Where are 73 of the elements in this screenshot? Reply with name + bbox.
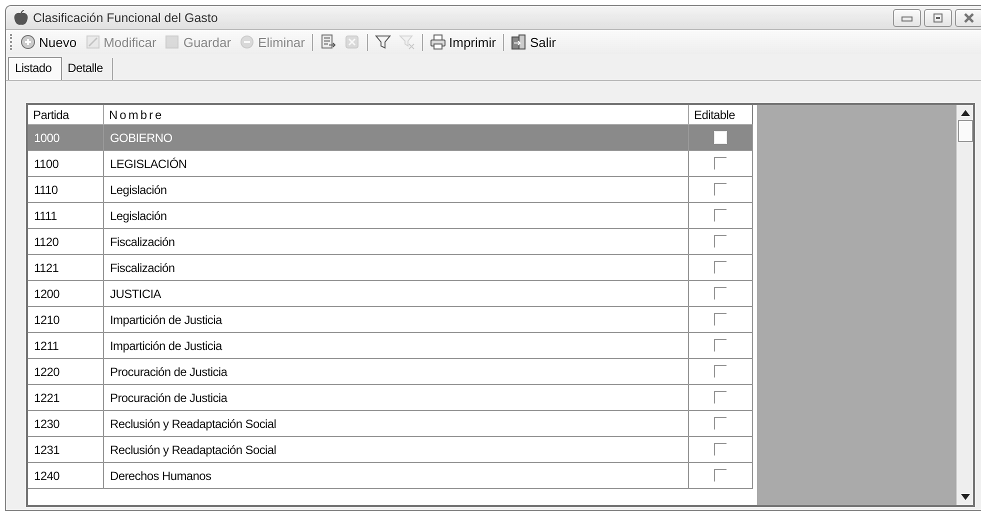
table-cell: 1110: [34, 182, 58, 196]
filter-icon: [375, 34, 391, 50]
table-row[interactable]: 1221 Procuración de Justicia: [28, 385, 757, 411]
table-cell: 1221: [34, 390, 60, 404]
table-cell: Impartición de Justicia: [110, 312, 222, 326]
vertical-scrollbar[interactable]: [956, 105, 973, 505]
table-cell: 1211: [34, 338, 59, 352]
table-row[interactable]: 1231 Reclusión y Readaptación Social: [28, 437, 757, 463]
table-cell: 1231: [34, 442, 60, 456]
table-cell: Fiscalización: [110, 234, 175, 248]
scroll-thumb[interactable]: [958, 120, 972, 142]
table-cell: 1230: [34, 416, 60, 430]
table-cell: 1210: [34, 312, 60, 326]
table-row[interactable]: 1110 Legislación: [28, 177, 757, 203]
table-row[interactable]: 1121 Fiscalización: [28, 255, 757, 281]
table-cell: Reclusión y Readaptación Social: [110, 416, 276, 430]
maximize-icon: [932, 12, 944, 22]
table-row[interactable]: 1200 JUSTICIA: [28, 281, 757, 307]
table-cell: Legislación: [110, 208, 167, 222]
table-cell: 1240: [34, 468, 60, 482]
table-cell: Impartición de Justicia: [110, 338, 222, 352]
table-cell: LEGISLACIÓN: [110, 156, 187, 170]
table-cell: Procuración de Justicia: [110, 390, 228, 404]
maximize-button[interactable]: [924, 8, 952, 26]
table-cell: Derechos Humanos: [110, 468, 212, 482]
table-row[interactable]: 1211 Impartición de Justicia: [28, 333, 757, 359]
grip-icon: [10, 34, 14, 50]
scroll-down-icon: [960, 494, 970, 500]
table-cell: 1111: [34, 208, 57, 222]
table-cell: Legislación: [110, 182, 167, 196]
table-row[interactable]: 1240 Derechos Humanos: [28, 463, 757, 489]
scroll-up-icon: [960, 110, 970, 116]
table-row[interactable]: 1120 Fiscalización: [28, 229, 757, 255]
toolbar-icon-button[interactable]: [373, 34, 393, 50]
close-icon: [963, 12, 975, 24]
table-cell: Reclusión y Readaptación Social: [110, 442, 276, 456]
table-cell: Fiscalización: [110, 260, 175, 274]
toolbar-button[interactable]: Imprimir: [428, 34, 498, 50]
square-icon: [164, 34, 180, 50]
filter-x-icon: [399, 34, 415, 50]
table-row[interactable]: 1100 LEGISLACIÓN: [28, 151, 757, 177]
table-row[interactable]: 1210 Impartición de Justicia: [28, 307, 757, 333]
document-arrow-icon: [320, 34, 336, 50]
table-row[interactable]: 1230 Reclusión y Readaptación Social: [28, 411, 757, 437]
table-cell: 1000: [34, 130, 60, 144]
minimize-button[interactable]: [893, 8, 921, 26]
table-cell: 1121: [34, 260, 59, 274]
x-square-icon: [344, 34, 360, 50]
pencil-icon: [84, 34, 101, 50]
close-button[interactable]: [955, 8, 981, 26]
table-cell: 1120: [34, 234, 59, 248]
table-cell: GOBIERNO: [110, 130, 172, 144]
table-cell: JUSTICIA: [110, 286, 161, 300]
apple-icon: [14, 10, 28, 26]
minus-circle-icon: [239, 34, 256, 50]
table-row[interactable]: 1220 Procuración de Justicia: [28, 359, 757, 385]
column-header[interactable]: Editable: [689, 105, 753, 125]
window-title: Clasificación Funcional del Gasto: [33, 10, 219, 24]
column-header[interactable]: Partida: [28, 105, 104, 125]
plus-circle-icon: [20, 34, 36, 50]
table-cell: 1220: [34, 364, 60, 378]
table-cell: 1200: [34, 286, 60, 300]
toolbar-button[interactable]: Nuevo: [18, 34, 79, 50]
column-header[interactable]: Nombre: [104, 105, 689, 125]
minimize-icon: [901, 14, 913, 22]
table-row[interactable]: 1111 Legislación: [28, 203, 757, 229]
printer-icon: [430, 34, 446, 50]
table-cell: 1100: [34, 156, 59, 170]
table-cell: Procuración de Justicia: [110, 364, 228, 378]
tab[interactable]: Detalle: [62, 58, 113, 80]
toolbar-button[interactable]: Salir: [508, 34, 558, 50]
door-icon: [510, 34, 527, 50]
tab[interactable]: Listado: [8, 57, 62, 80]
